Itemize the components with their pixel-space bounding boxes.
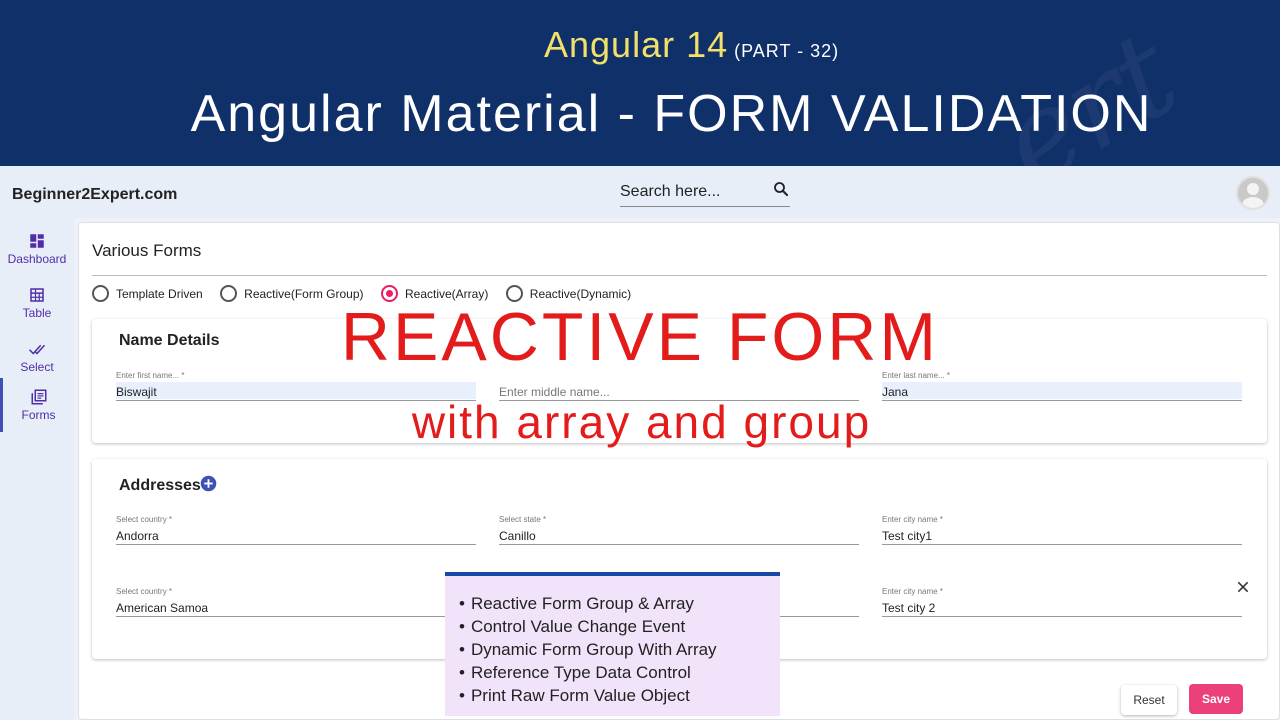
field-value: Canillo [499, 529, 536, 543]
country-select[interactable]: Select country * Andorra [116, 515, 476, 545]
city-field[interactable]: Enter city name * Test city 2 [882, 587, 1242, 617]
reset-button[interactable]: Reset [1121, 685, 1177, 715]
list-item: Control Value Change Event [459, 615, 717, 638]
banner-title-part: (PART - 32) [734, 41, 840, 61]
addresses-title: Addresses [119, 477, 201, 494]
topics-list: Reactive Form Group & Array Control Valu… [459, 592, 717, 707]
banner-line1: Angular 14 (PART - 32) [544, 24, 839, 66]
avatar[interactable] [1236, 176, 1270, 210]
search-input[interactable]: Search here... [620, 176, 790, 207]
close-icon[interactable] [1235, 579, 1251, 595]
title-divider [92, 275, 1267, 276]
side-nav: Dashboard Table Select Forms [0, 218, 74, 720]
list-item: Print Raw Form Value Object [459, 684, 717, 707]
search-placeholder: Search here... [620, 183, 721, 200]
search-icon[interactable] [772, 180, 790, 198]
user-avatar-icon [1242, 183, 1264, 208]
list-item: Reference Type Data Control [459, 661, 717, 684]
field-label: Enter city name * [882, 515, 943, 524]
list-item: Reactive Form Group & Array [459, 592, 717, 615]
field-value: Andorra [116, 529, 159, 543]
banner-title-main: Angular 14 [544, 24, 729, 65]
save-button[interactable]: Save [1189, 684, 1243, 714]
sidebar-item-label: Dashboard [7, 252, 67, 266]
city-field[interactable]: Enter city name * Test city1 [882, 515, 1242, 545]
add-circle-icon[interactable] [200, 475, 217, 492]
banner-subtitle: Angular Material - FORM VALIDATION [190, 85, 1153, 143]
field-value: American Samoa [116, 601, 209, 615]
field-label: Select state * [499, 515, 547, 524]
page-title: Various Forms [92, 241, 202, 260]
country-select[interactable]: Select country * American Samoa [116, 587, 476, 617]
field-value: Test city1 [882, 529, 933, 543]
overlay-headline: REACTIVE FORM [340, 299, 940, 375]
title-banner: ert Angular 14 (PART - 32) Angular Materi… [0, 0, 1280, 166]
top-app-bar: Beginner2Expert.com Search here... [0, 166, 1280, 218]
sidebar-item-dashboard[interactable]: Dashboard [0, 224, 74, 278]
state-select[interactable]: Select state * Canillo [499, 515, 859, 545]
brand-title[interactable]: Beginner2Expert.com [12, 186, 177, 204]
field-value: Test city 2 [882, 601, 936, 615]
field-label: Select country * [116, 515, 173, 524]
list-item: Dynamic Form Group With Array [459, 638, 717, 661]
field-label: Enter city name * [882, 587, 943, 596]
dashboard-icon [30, 234, 44, 248]
field-label: Select country * [116, 587, 173, 596]
topics-popup: Reactive Form Group & Array Control Valu… [445, 572, 780, 716]
overlay-subline: with array and group [411, 396, 872, 448]
